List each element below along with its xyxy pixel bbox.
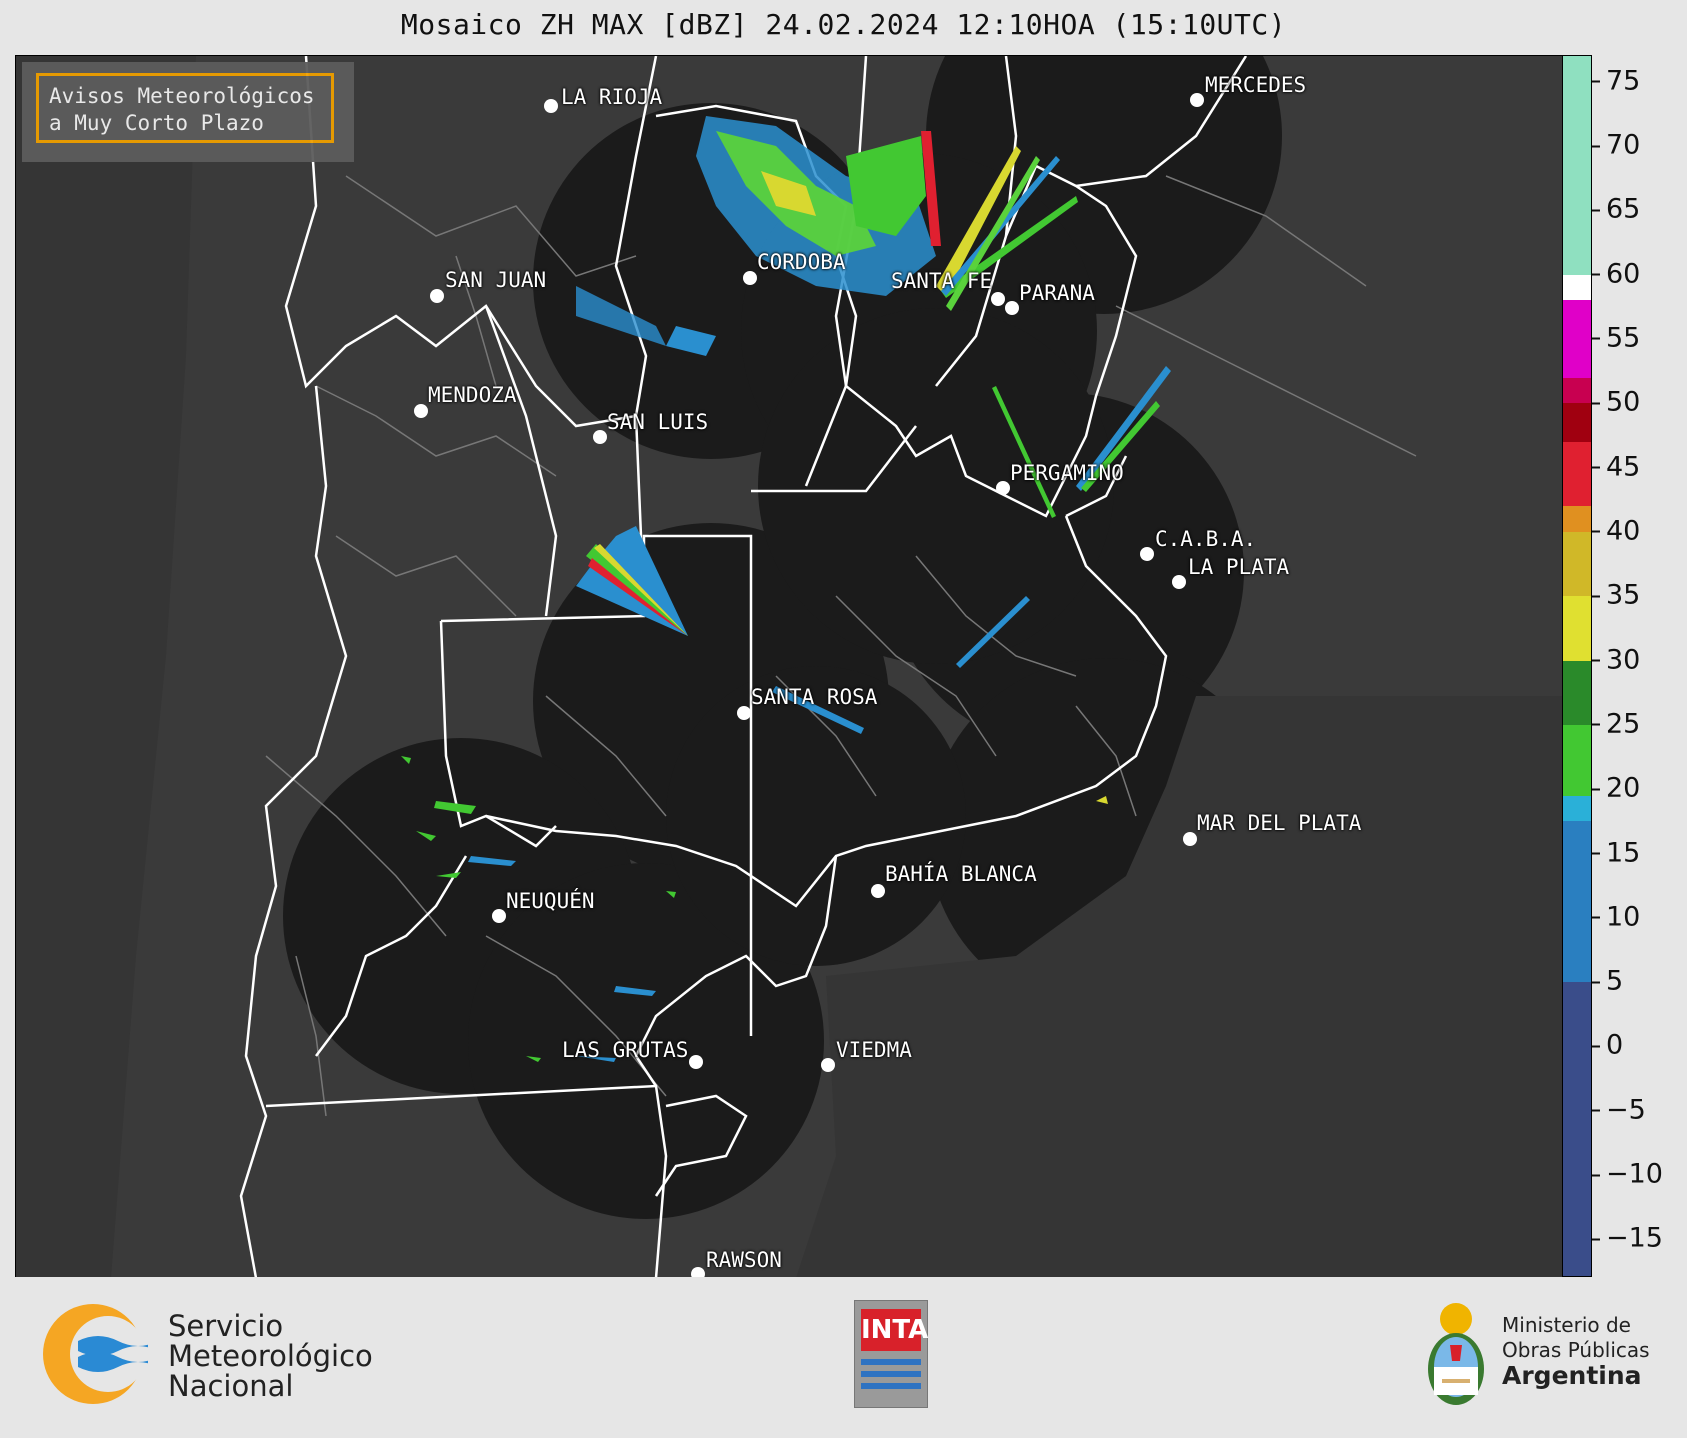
city-label-bahia-blanca: BAHÍA BLANCA bbox=[885, 862, 1037, 886]
colorbar-band bbox=[1563, 531, 1591, 597]
smn-logo-icon bbox=[43, 1304, 148, 1404]
colorbar-tick-label: 0 bbox=[1592, 1030, 1623, 1061]
alert-line-2: a Muy Corto Plazo bbox=[49, 111, 264, 135]
colorbar-tick-label: −10 bbox=[1592, 1159, 1663, 1190]
colorbar-tick-label: 20 bbox=[1592, 773, 1640, 804]
ministry-name: Ministerio de Obras Públicas Argentina bbox=[1502, 1313, 1650, 1388]
colorbar-tick-label: 5 bbox=[1592, 966, 1623, 997]
city-marker[interactable] bbox=[1005, 301, 1019, 315]
colorbar-band bbox=[1563, 982, 1591, 1276]
city-marker[interactable] bbox=[593, 430, 607, 444]
colorbar bbox=[1562, 55, 1592, 1277]
city-label-san-luis: SAN LUIS bbox=[607, 410, 709, 434]
city-marker[interactable] bbox=[414, 404, 428, 418]
colorbar-tick-label: 60 bbox=[1592, 258, 1640, 289]
city-label-cordoba: CORDOBA bbox=[757, 250, 846, 274]
city-label-mercedes: MERCEDES bbox=[1205, 73, 1307, 97]
colorbar-band bbox=[1563, 660, 1591, 725]
city-label-la-rioja: LA RIOJA bbox=[561, 85, 663, 109]
city-marker[interactable] bbox=[743, 271, 757, 285]
colorbar-tick-label: −15 bbox=[1592, 1223, 1663, 1254]
city-marker[interactable] bbox=[991, 292, 1005, 306]
city-label-caba: C.A.B.A. bbox=[1155, 527, 1257, 551]
colorbar-tick-label: 55 bbox=[1592, 322, 1640, 353]
colorbar-band bbox=[1563, 724, 1591, 796]
alert-line-1: Avisos Meteorológicos bbox=[49, 84, 315, 108]
radar-map[interactable] bbox=[15, 55, 1564, 1279]
colorbar-tick-label: 65 bbox=[1592, 194, 1640, 225]
city-marker[interactable] bbox=[1140, 547, 1154, 561]
city-marker[interactable] bbox=[821, 1058, 835, 1072]
colorbar-tick-label: 45 bbox=[1592, 451, 1640, 482]
city-label-neuquen: NEUQUÉN bbox=[506, 889, 595, 913]
colorbar-band bbox=[1563, 377, 1591, 404]
inta-text: INTA bbox=[861, 1309, 928, 1351]
alert-frame: Avisos Meteorológicos a Muy Corto Plazo bbox=[36, 73, 334, 143]
city-label-viedma: VIEDMA bbox=[836, 1038, 912, 1062]
city-label-mar-del-plata: MAR DEL PLATA bbox=[1197, 811, 1362, 835]
chile-region bbox=[16, 56, 196, 1278]
city-marker[interactable] bbox=[1190, 93, 1204, 107]
smn-line-1: Servicio bbox=[168, 1309, 284, 1343]
colorbar-tick-label: 10 bbox=[1592, 901, 1640, 932]
smn-line-2: Meteorológico bbox=[168, 1339, 373, 1373]
city-label-san-juan: SAN JUAN bbox=[445, 268, 547, 292]
colorbar-band bbox=[1563, 821, 1591, 983]
city-label-las-grutas: LAS GRUTAS bbox=[562, 1038, 689, 1062]
colorbar-tick-label: 70 bbox=[1592, 130, 1640, 161]
city-marker[interactable] bbox=[430, 289, 444, 303]
colorbar-band bbox=[1563, 300, 1591, 378]
colorbar-band bbox=[1563, 403, 1591, 442]
colorbar-tick-label: 75 bbox=[1592, 65, 1640, 96]
ministry-line-2: Obras Públicas bbox=[1502, 1338, 1650, 1362]
city-marker[interactable] bbox=[689, 1055, 703, 1069]
inta-logo: INTA bbox=[854, 1300, 928, 1408]
city-marker[interactable] bbox=[1172, 575, 1186, 589]
colorbar-tick-label: 35 bbox=[1592, 580, 1640, 611]
colorbar-band bbox=[1563, 274, 1591, 301]
smn-name: Servicio Meteorológico Nacional bbox=[168, 1311, 373, 1401]
city-label-santa-rosa: SANTA ROSA bbox=[751, 685, 878, 709]
smn-line-3: Nacional bbox=[168, 1369, 294, 1403]
map-canvas bbox=[16, 56, 1563, 1278]
city-marker[interactable] bbox=[737, 706, 751, 720]
map-title: Mosaico ZH MAX [dBZ] 24.02.2024 12:10HOA… bbox=[400, 8, 1287, 41]
colorbar-tick-label: 25 bbox=[1592, 708, 1640, 739]
ministry-country: Argentina bbox=[1502, 1361, 1642, 1390]
alert-panel[interactable]: Avisos Meteorológicos a Muy Corto Plazo bbox=[22, 62, 354, 162]
city-marker[interactable] bbox=[871, 884, 885, 898]
colorbar-tick-label: 50 bbox=[1592, 387, 1640, 418]
colorbar-band bbox=[1563, 795, 1591, 822]
city-marker[interactable] bbox=[996, 481, 1010, 495]
inta-stripe bbox=[861, 1383, 921, 1389]
city-label-mendoza: MENDOZA bbox=[428, 383, 517, 407]
inta-stripe bbox=[861, 1359, 921, 1365]
colorbar-tick-label: −5 bbox=[1592, 1094, 1646, 1125]
city-marker[interactable] bbox=[492, 909, 506, 923]
inta-stripe bbox=[861, 1371, 921, 1377]
colorbar-band bbox=[1563, 56, 1591, 275]
argentina-coat-of-arms-icon bbox=[1428, 1303, 1484, 1405]
city-label-santa-fe: SANTA FE bbox=[891, 269, 993, 293]
colorbar-tick-label: 15 bbox=[1592, 837, 1640, 868]
colorbar-band bbox=[1563, 441, 1591, 507]
colorbar-tick-label: 30 bbox=[1592, 644, 1640, 675]
city-label-rawson: RAWSON bbox=[706, 1248, 782, 1272]
colorbar-band bbox=[1563, 596, 1591, 661]
colorbar-tick-label: 40 bbox=[1592, 515, 1640, 546]
city-marker[interactable] bbox=[544, 99, 558, 113]
city-label-la-plata: LA PLATA bbox=[1188, 555, 1290, 579]
city-label-pergamino: PERGAMINO bbox=[1010, 461, 1124, 485]
colorbar-band bbox=[1563, 506, 1591, 532]
ministry-line-1: Ministerio de bbox=[1502, 1313, 1631, 1337]
city-label-parana: PARANA bbox=[1019, 281, 1095, 305]
city-marker[interactable] bbox=[1183, 832, 1197, 846]
footer: Servicio Meteorológico Nacional INTA Min… bbox=[0, 1277, 1687, 1438]
